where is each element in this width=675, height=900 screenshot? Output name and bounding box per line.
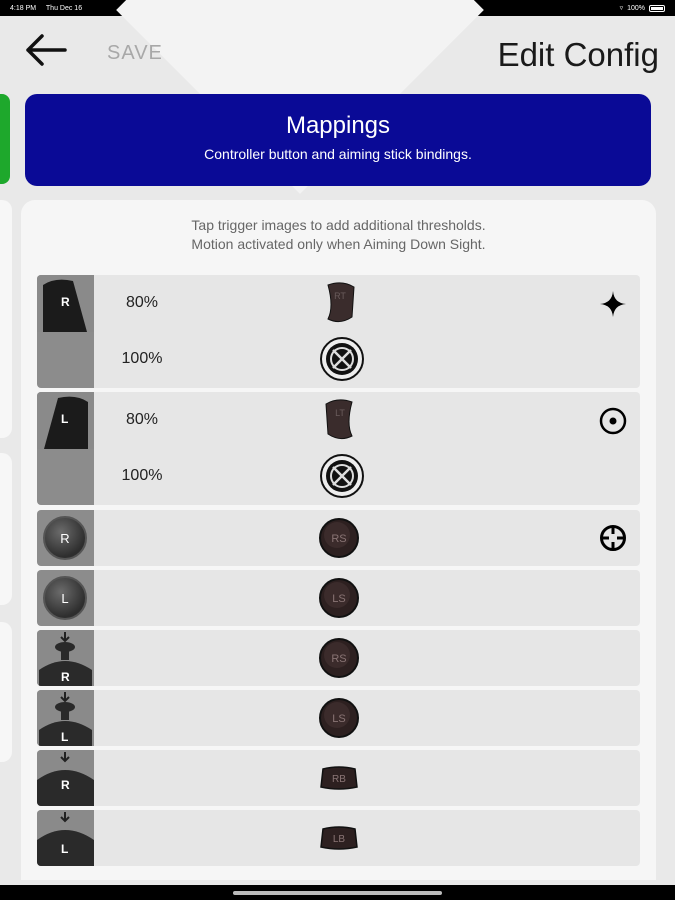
ls-icon-text: LS <box>332 593 345 605</box>
lt-button[interactable]: LT <box>320 398 360 445</box>
banner-subtitle: Controller button and aiming stick bindi… <box>204 146 472 162</box>
xbox-icon <box>320 454 364 498</box>
rt-icon: RT <box>327 282 355 323</box>
rs-icon-text: RS <box>331 653 346 665</box>
info-line-1: Tap trigger images to add additional thr… <box>191 217 486 233</box>
rb-button[interactable]: RB <box>317 765 361 796</box>
thumb-label: L <box>61 730 69 744</box>
xbox-icon <box>320 337 364 381</box>
right-stick-click-thumbnail[interactable]: R <box>37 630 94 686</box>
sparkle-icon[interactable] <box>598 289 628 324</box>
page-title: Edit Config <box>497 36 659 73</box>
info-text: Tap trigger images to add additional thr… <box>21 216 656 254</box>
lt-icon-text: LT <box>335 408 345 418</box>
ls-icon-text: LS <box>332 713 345 725</box>
ls-button[interactable]: LS <box>318 697 360 744</box>
left-trigger-thumbnail[interactable]: L <box>37 392 94 449</box>
thumb-label: R <box>61 670 70 684</box>
mappings-banner[interactable]: Mappings Controller button and aiming st… <box>25 94 651 186</box>
thumb-label: L <box>61 412 69 426</box>
info-line-2: Motion activated only when Aiming Down S… <box>191 236 486 252</box>
rs-icon: RS <box>319 638 359 678</box>
threshold-label: 100% <box>121 467 163 484</box>
mappings-card: Tap trigger images to add additional thr… <box>21 200 656 880</box>
header: SAVE Edit Config <box>0 16 675 90</box>
side-panel[interactable] <box>0 200 12 438</box>
left-bumper-thumbnail[interactable]: L <box>37 810 94 866</box>
thumb-label: R <box>61 778 70 792</box>
thumb-label: R <box>60 530 70 546</box>
crosshair-icon[interactable] <box>598 523 628 558</box>
left-stick-click-thumbnail[interactable]: L <box>37 690 94 746</box>
rs-button[interactable]: RS <box>318 637 360 684</box>
mapping-row-left-stick-click: L LS <box>37 690 640 746</box>
side-panel[interactable] <box>0 453 12 605</box>
mapping-row-right-bumper: R RB <box>37 750 640 806</box>
mapping-row-left-bumper: L LB <box>37 810 640 866</box>
right-stick-thumbnail[interactable]: R <box>37 510 94 566</box>
status-date: Thu Dec 16 <box>45 4 83 12</box>
home-indicator-bar <box>0 885 675 900</box>
battery-icon <box>649 4 665 12</box>
target-dot-icon[interactable] <box>598 406 628 441</box>
mapping-row-left-stick: L LS <box>37 570 640 626</box>
bumper-graphic <box>37 810 94 866</box>
stick-graphic: L <box>43 576 87 620</box>
thumb-column <box>37 332 94 388</box>
rb-icon: RB <box>320 766 358 790</box>
ls-button[interactable]: LS <box>318 577 360 624</box>
battery-label: 100% <box>627 4 645 12</box>
home-indicator[interactable] <box>233 891 442 895</box>
stick-graphic: R <box>43 516 87 560</box>
banner-title: Mappings <box>285 112 391 139</box>
lb-icon-text: LB <box>333 834 346 845</box>
rs-icon-text: RS <box>331 533 346 545</box>
wifi-icon: ▿ <box>619 5 624 12</box>
rs-button[interactable]: RS <box>318 517 360 564</box>
save-button[interactable]: SAVE <box>107 42 163 65</box>
arrow-left-icon <box>26 34 67 66</box>
side-tab-active[interactable] <box>0 94 10 184</box>
thumb-label: L <box>61 590 69 606</box>
xbox-button[interactable] <box>320 454 364 503</box>
right-bumper-thumbnail[interactable]: R <box>37 750 94 806</box>
left-stick-thumbnail[interactable]: L <box>37 570 94 626</box>
side-panel[interactable] <box>0 622 12 762</box>
rs-icon: RS <box>319 518 359 558</box>
right-trigger-thumbnail[interactable]: R <box>37 275 94 332</box>
rt-icon-text: RT <box>334 291 346 301</box>
back-button[interactable] <box>20 30 70 70</box>
xbox-button[interactable] <box>320 337 364 386</box>
mapping-row-right-stick-click: R RS <box>37 630 640 686</box>
thumb-label: R <box>61 295 70 309</box>
thumb-label: L <box>61 842 69 856</box>
threshold-label: 80% <box>125 411 159 428</box>
lb-icon: LB <box>320 826 358 850</box>
mapping-row-left-trigger: L 80% LT 100% <box>37 392 640 505</box>
threshold-label: 100% <box>121 350 163 367</box>
rt-button[interactable]: RT <box>320 281 360 328</box>
ls-icon: LS <box>319 578 359 618</box>
ls-icon: LS <box>319 698 359 738</box>
rb-icon-text: RB <box>332 774 346 785</box>
mapping-row-right-stick: R RS <box>37 510 640 566</box>
mapping-row-right-trigger: R 80% RT 100% <box>37 275 640 388</box>
lt-icon: LT <box>325 399 353 440</box>
status-time: 4:18 PM <box>10 4 37 12</box>
threshold-label: 80% <box>125 294 159 311</box>
lb-button[interactable]: LB <box>317 825 361 856</box>
thumb-column <box>37 449 94 505</box>
